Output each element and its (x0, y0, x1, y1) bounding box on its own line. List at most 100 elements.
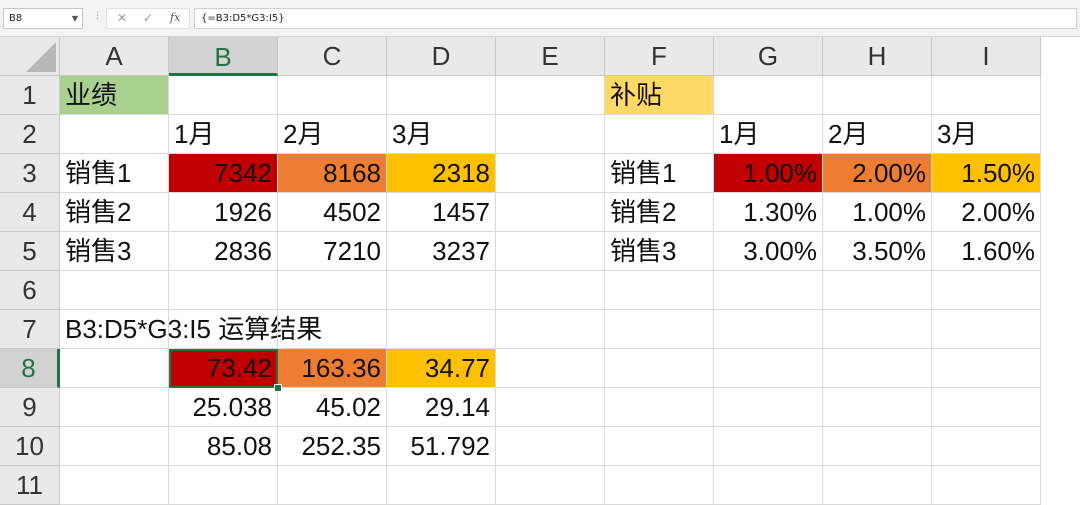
cell-h9[interactable] (823, 388, 932, 427)
formula-bar-grip-icon[interactable]: ⋮ (93, 11, 102, 21)
row-header-5[interactable]: 5 (0, 232, 60, 271)
cell-i10[interactable] (932, 427, 1041, 466)
cell-b5[interactable]: 2836 (169, 232, 278, 271)
cell-c5[interactable]: 7210 (278, 232, 387, 271)
cell-f6[interactable] (605, 271, 714, 310)
cell-g7[interactable] (714, 310, 823, 349)
cell-d6[interactable] (387, 271, 496, 310)
cell-d5[interactable]: 3237 (387, 232, 496, 271)
cell-h2[interactable]: 2月 (823, 115, 932, 154)
cell-a11[interactable] (60, 466, 169, 505)
cell-d2[interactable]: 3月 (387, 115, 496, 154)
cell-f8[interactable] (605, 349, 714, 388)
cell-d9[interactable]: 29.14 (387, 388, 496, 427)
cell-e9[interactable] (496, 388, 605, 427)
cell-a2[interactable] (60, 115, 169, 154)
cell-i5[interactable]: 1.60% (932, 232, 1041, 271)
cell-g10[interactable] (714, 427, 823, 466)
cell-f9[interactable] (605, 388, 714, 427)
cell-e11[interactable] (496, 466, 605, 505)
cell-d4[interactable]: 1457 (387, 193, 496, 232)
cell-h11[interactable] (823, 466, 932, 505)
row-header-10[interactable]: 10 (0, 427, 60, 466)
cell-i7[interactable] (932, 310, 1041, 349)
cell-a4[interactable]: 销售2 (60, 193, 169, 232)
row-header-8[interactable]: 8 (0, 349, 60, 388)
cell-e8[interactable] (496, 349, 605, 388)
cell-e5[interactable] (496, 232, 605, 271)
column-header-c[interactable]: C (278, 37, 387, 76)
cell-e10[interactable] (496, 427, 605, 466)
row-header-6[interactable]: 6 (0, 271, 60, 310)
cell-h1[interactable] (823, 76, 932, 115)
row-header-11[interactable]: 11 (0, 466, 60, 505)
cell-f4[interactable]: 销售2 (605, 193, 714, 232)
cell-g2[interactable]: 1月 (714, 115, 823, 154)
cell-f3[interactable]: 销售1 (605, 154, 714, 193)
cell-i9[interactable] (932, 388, 1041, 427)
cell-i1[interactable] (932, 76, 1041, 115)
cell-e7[interactable] (496, 310, 605, 349)
cell-a1[interactable]: 业绩 (60, 76, 169, 115)
enter-icon[interactable]: ✓ (143, 11, 153, 25)
cell-a6[interactable] (60, 271, 169, 310)
cell-h10[interactable] (823, 427, 932, 466)
column-header-e[interactable]: E (496, 37, 605, 76)
cell-c9[interactable]: 45.02 (278, 388, 387, 427)
cell-h7[interactable] (823, 310, 932, 349)
cell-a9[interactable] (60, 388, 169, 427)
cell-b6[interactable] (169, 271, 278, 310)
cell-b10[interactable]: 85.08 (169, 427, 278, 466)
row-header-7[interactable]: 7 (0, 310, 60, 349)
cell-e4[interactable] (496, 193, 605, 232)
cell-i6[interactable] (932, 271, 1041, 310)
cell-b1[interactable] (169, 76, 278, 115)
cell-b8[interactable]: 73.42 (169, 349, 278, 388)
column-header-a[interactable]: A (60, 37, 169, 76)
cell-g4[interactable]: 1.30% (714, 193, 823, 232)
cell-i4[interactable]: 2.00% (932, 193, 1041, 232)
cell-b11[interactable] (169, 466, 278, 505)
cell-g3[interactable]: 1.00% (714, 154, 823, 193)
row-header-1[interactable]: 1 (0, 76, 60, 115)
cell-h4[interactable]: 1.00% (823, 193, 932, 232)
cell-e6[interactable] (496, 271, 605, 310)
column-header-g[interactable]: G (714, 37, 823, 76)
column-header-h[interactable]: H (823, 37, 932, 76)
cell-d8[interactable]: 34.77 (387, 349, 496, 388)
cell-e3[interactable] (496, 154, 605, 193)
cell-d11[interactable] (387, 466, 496, 505)
row-header-3[interactable]: 3 (0, 154, 60, 193)
cell-i2[interactable]: 3月 (932, 115, 1041, 154)
cell-c1[interactable] (278, 76, 387, 115)
cell-b3[interactable]: 7342 (169, 154, 278, 193)
cell-f2[interactable] (605, 115, 714, 154)
column-header-d[interactable]: D (387, 37, 496, 76)
cell-a10[interactable] (60, 427, 169, 466)
cell-h8[interactable] (823, 349, 932, 388)
cell-g8[interactable] (714, 349, 823, 388)
cell-b9[interactable]: 25.038 (169, 388, 278, 427)
cell-h3[interactable]: 2.00% (823, 154, 932, 193)
fill-handle[interactable] (274, 384, 282, 392)
cell-h5[interactable]: 3.50% (823, 232, 932, 271)
cell-h6[interactable] (823, 271, 932, 310)
row-header-4[interactable]: 4 (0, 193, 60, 232)
row-header-2[interactable]: 2 (0, 115, 60, 154)
cell-e1[interactable] (496, 76, 605, 115)
cell-g6[interactable] (714, 271, 823, 310)
cell-e2[interactable] (496, 115, 605, 154)
formula-input[interactable]: {=B3:D5*G3:I5} (194, 8, 1077, 29)
cell-d7[interactable] (387, 310, 496, 349)
cell-d3[interactable]: 2318 (387, 154, 496, 193)
cell-f1[interactable]: 补贴 (605, 76, 714, 115)
cell-f11[interactable] (605, 466, 714, 505)
name-box-dropdown-icon[interactable]: ▼ (72, 9, 78, 28)
cell-d10[interactable]: 51.792 (387, 427, 496, 466)
cancel-icon[interactable]: ✕ (117, 11, 127, 25)
cell-c10[interactable]: 252.35 (278, 427, 387, 466)
cell-g9[interactable] (714, 388, 823, 427)
cell-c3[interactable]: 8168 (278, 154, 387, 193)
function-icon[interactable]: fx (170, 11, 180, 24)
cell-i8[interactable] (932, 349, 1041, 388)
